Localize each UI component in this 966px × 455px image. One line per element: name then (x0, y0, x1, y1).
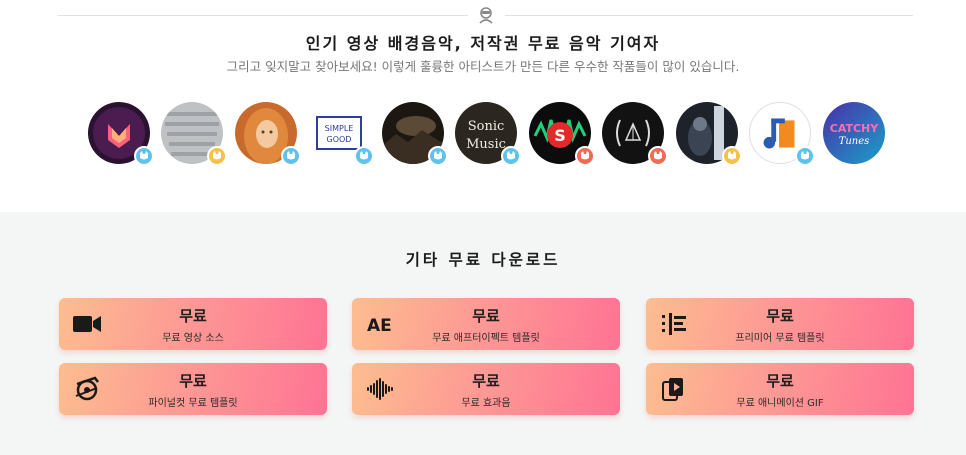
cat-badge-icon (722, 146, 742, 166)
contributor-avatar[interactable]: CATCHY Tunes (823, 102, 885, 164)
card-subtitle: 무료 효과음 (461, 398, 511, 409)
free-final-cut-card[interactable]: 무료 파이널컷 무료 템플릿 (59, 363, 327, 415)
contributor-avatar[interactable] (676, 102, 742, 166)
downloads-title: 기타 무료 다운로드 (405, 251, 561, 269)
svg-text:CATCHY: CATCHY (830, 122, 880, 135)
svg-text:SIMPLE: SIMPLE (325, 124, 354, 133)
svg-text:GOOD: GOOD (327, 135, 352, 144)
cat-badge-icon (428, 146, 448, 166)
card-subtitle: 무료 애니메이션 GIF (736, 398, 824, 409)
catchy-tunes-avatar: CATCHY Tunes (823, 102, 885, 164)
free-after-effects-card[interactable]: AE 무료 무료 애프터이펙트 템플릿 (352, 298, 620, 350)
cat-badge-icon (281, 146, 301, 166)
contributor-avatar[interactable] (161, 102, 227, 166)
svg-text:Music: Music (466, 137, 506, 152)
card-title: 무료 (766, 307, 794, 325)
card-subtitle: 파이널컷 무료 템플릿 (148, 398, 238, 409)
robot-icon (476, 5, 496, 25)
cat-badge-icon (134, 146, 154, 166)
svg-text:Tunes: Tunes (839, 136, 870, 147)
section-title: 인기 영상 배경음악, 저작권 무료 음악 기여자 (305, 34, 661, 53)
contributor-avatar[interactable] (235, 102, 301, 166)
card-subtitle: 무료 애프터이펙트 템플릿 (432, 333, 540, 344)
section-subtitle: 그리고 잊지말고 찾아보세요! 이렇게 훌륭한 아티스트가 만든 다른 우수한 … (226, 59, 740, 74)
contributor-avatar[interactable]: S (529, 102, 595, 166)
free-video-source-card[interactable]: 무료 무료 영상 소스 (59, 298, 327, 350)
contributor-avatar-list: SIMPLE GOOD Sonic Music S CATCHY Tunes (88, 102, 888, 166)
contributor-avatar[interactable] (382, 102, 448, 166)
cat-badge-icon (501, 146, 521, 166)
contributor-avatar[interactable]: Sonic Music (455, 102, 521, 166)
card-title: 무료 (472, 372, 500, 390)
cat-badge-icon (354, 146, 374, 166)
divider-right (505, 15, 913, 16)
other-downloads-section: 기타 무료 다운로드 무료 무료 영상 소스 AE 무료 무료 애프터이펙트 템… (0, 212, 966, 455)
card-title: 무료 (179, 307, 207, 325)
free-premiere-card[interactable]: 무료 프리미어 무료 템플릿 (646, 298, 914, 350)
free-sound-effects-card[interactable]: 무료 무료 효과음 (352, 363, 620, 415)
cat-badge-icon (795, 146, 815, 166)
cat-badge-icon (648, 146, 668, 166)
cat-badge-icon (575, 146, 595, 166)
contributor-avatar[interactable] (749, 102, 815, 166)
card-subtitle: 무료 영상 소스 (162, 333, 224, 344)
free-animated-gif-card[interactable]: 무료 무료 애니메이션 GIF (646, 363, 914, 415)
cat-badge-icon (207, 146, 227, 166)
divider-left (58, 15, 468, 16)
card-subtitle: 프리미어 무료 템플릿 (735, 333, 825, 344)
svg-text:S: S (554, 126, 566, 145)
contributor-avatar[interactable] (88, 102, 154, 166)
card-title: 무료 (766, 372, 794, 390)
contributor-avatar[interactable]: SIMPLE GOOD (308, 102, 374, 166)
contributors-section: 인기 영상 배경음악, 저작권 무료 음악 기여자 그리고 잊지말고 찾아보세요… (0, 0, 966, 212)
contributor-avatar[interactable] (602, 102, 668, 166)
card-title: 무료 (472, 307, 500, 325)
card-title: 무료 (179, 372, 207, 390)
svg-text:Sonic: Sonic (468, 119, 505, 134)
